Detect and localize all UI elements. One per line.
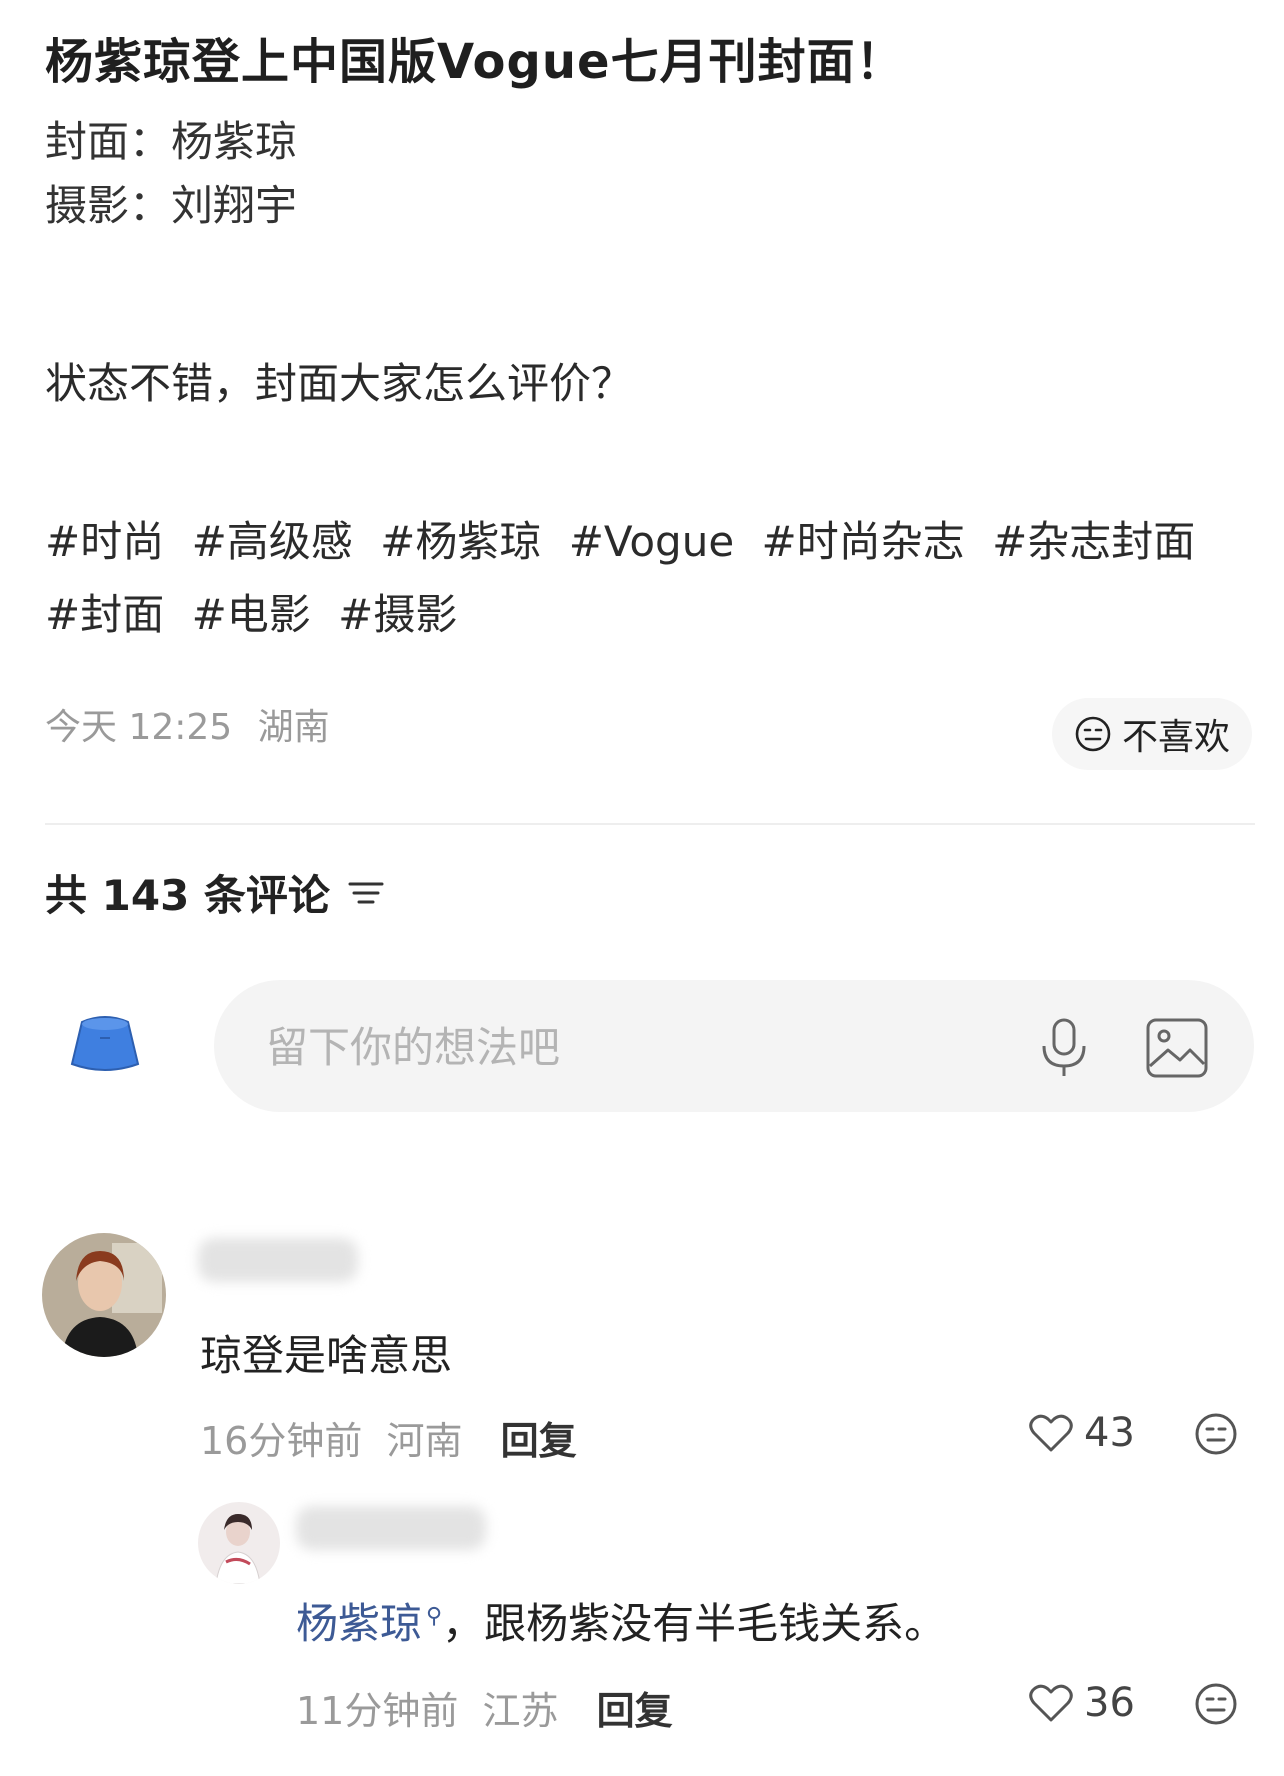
comment-input-bar <box>214 980 1254 1114</box>
dislike-button[interactable]: 不喜欢 <box>1052 698 1252 770</box>
comment-time: 16分钟前 <box>200 1419 363 1463</box>
comment-location: 江苏 <box>482 1689 559 1733</box>
comment-meta: 11分钟前 江苏 回复 <box>296 1680 673 1735</box>
heart-icon <box>1029 1684 1073 1722</box>
post-title: 杨紫琼登上中国版Vogue七月刊封面！ <box>45 34 905 90</box>
reply-button[interactable]: 回复 <box>501 1419 577 1463</box>
dislike-label: 不喜欢 <box>1121 717 1230 758</box>
heart-icon <box>1029 1414 1073 1452</box>
image-icon[interactable] <box>1144 1016 1210 1080</box>
username-redacted[interactable] <box>198 1238 358 1282</box>
avatar[interactable] <box>42 1233 166 1357</box>
tag[interactable]: #时尚 <box>45 517 164 566</box>
search-small-icon: ⚲ <box>426 1604 443 1629</box>
microphone-icon[interactable] <box>1034 1016 1094 1080</box>
meh-face-icon[interactable] <box>1194 1412 1238 1456</box>
portrait-avatar-icon <box>198 1502 280 1584</box>
post-body: 状态不错，封面大家怎么评价？ <box>45 359 634 408</box>
portrait-avatar-icon <box>42 1233 166 1357</box>
comment-count-header: 共 143 条评论 <box>45 862 386 923</box>
like-count: 43 <box>1084 1410 1135 1456</box>
username-redacted[interactable] <box>296 1506 486 1550</box>
tag[interactable]: #高级感 <box>192 517 353 566</box>
like-button[interactable]: 43 <box>1028 1410 1135 1456</box>
photo-credit: 摄影：刘翔宇 <box>45 181 298 230</box>
tag[interactable]: #时尚杂志 <box>762 517 965 566</box>
tag[interactable]: #Vogue <box>569 517 734 566</box>
post-time: 今天 12:25 <box>45 707 233 748</box>
like-button[interactable]: 36 <box>1028 1680 1135 1726</box>
avatar[interactable] <box>198 1502 280 1584</box>
post-timestamp: 今天 12:25 湖南 <box>45 698 330 750</box>
cover-credit: 封面：杨紫琼 <box>45 117 298 166</box>
tag[interactable]: #杂志封面 <box>992 517 1195 566</box>
tag[interactable]: #摄影 <box>338 590 457 639</box>
comment-input[interactable] <box>264 980 1028 1114</box>
comment-text: 杨紫琼 ⚲，跟杨紫没有半毛钱关系。 <box>296 1590 946 1651</box>
tag[interactable]: #杨紫琼 <box>380 517 541 566</box>
reply-button[interactable]: 回复 <box>597 1689 673 1733</box>
tag[interactable]: #封面 <box>45 590 164 639</box>
meh-face-icon[interactable] <box>1194 1682 1238 1726</box>
divider <box>45 823 1255 825</box>
post-location: 湖南 <box>257 707 330 748</box>
tag-list: #时尚 #高级感 #杨紫琼 #Vogue #时尚杂志 #杂志封面 #封面 #电影… <box>45 505 1255 651</box>
comment-meta: 16分钟前 河南 回复 <box>200 1410 577 1465</box>
bucket-hat-avatar-icon <box>70 1016 140 1071</box>
tag[interactable]: #电影 <box>192 590 311 639</box>
meh-face-icon <box>1075 716 1111 752</box>
like-count: 36 <box>1084 1680 1135 1726</box>
comment-body: ，跟杨紫没有半毛钱关系。 <box>442 1599 947 1648</box>
comment-location: 河南 <box>386 1419 463 1463</box>
comment-text: 琼登是啥意思 <box>200 1331 453 1380</box>
comment-count: 共 143 条评论 <box>45 871 330 920</box>
sort-lines-icon[interactable] <box>346 876 386 910</box>
mention-link[interactable]: 杨紫琼 <box>296 1599 422 1648</box>
comment-time: 11分钟前 <box>296 1689 459 1733</box>
